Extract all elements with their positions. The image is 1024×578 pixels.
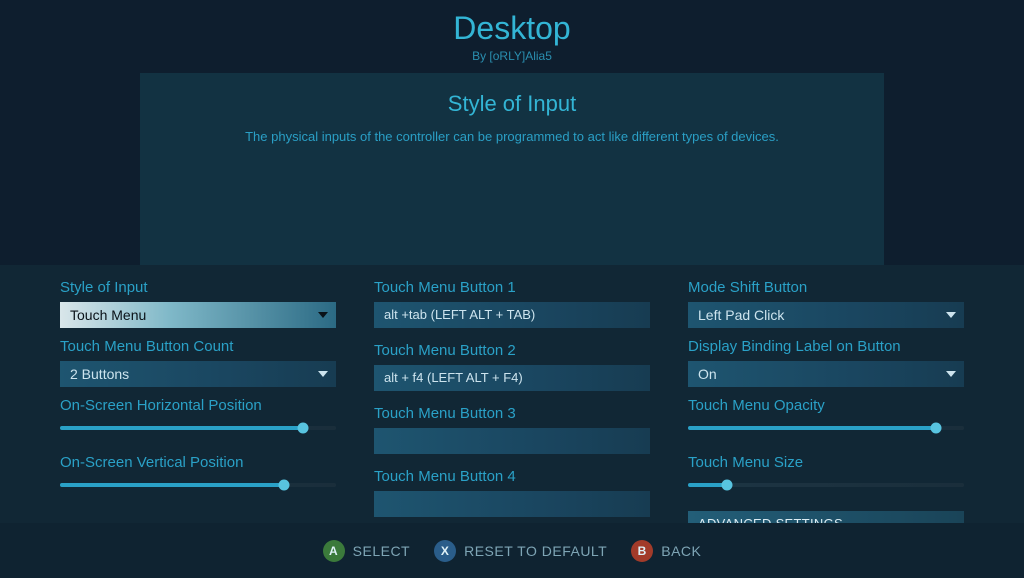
x-button-icon: X xyxy=(434,540,456,562)
slider-thumb[interactable] xyxy=(278,480,289,491)
chevron-down-icon xyxy=(946,371,956,377)
button-3-binding[interactable] xyxy=(374,428,650,454)
opacity-label: Touch Menu Opacity xyxy=(688,397,964,414)
button-1-binding[interactable]: alt +tab (LEFT ALT + TAB) xyxy=(374,302,650,328)
button-2-label: Touch Menu Button 2 xyxy=(374,342,650,359)
b-button-icon: B xyxy=(631,540,653,562)
button-2-binding[interactable]: alt + f4 (LEFT ALT + F4) xyxy=(374,365,650,391)
slider-fill xyxy=(60,483,284,487)
slider-thumb[interactable] xyxy=(721,480,732,491)
horizontal-position-slider[interactable] xyxy=(60,420,336,436)
style-of-input-label: Style of Input xyxy=(60,279,336,296)
column-middle: Touch Menu Button 1 alt +tab (LEFT ALT +… xyxy=(374,279,650,523)
mode-shift-value: Left Pad Click xyxy=(698,307,784,323)
info-panel: Style of Input The physical inputs of th… xyxy=(140,73,884,273)
page-subtitle: By [oRLY]Alia5 xyxy=(0,49,1024,63)
footer-reset[interactable]: X RESET TO DEFAULT xyxy=(434,540,607,562)
button-1-label: Touch Menu Button 1 xyxy=(374,279,650,296)
size-label: Touch Menu Size xyxy=(688,454,964,471)
slider-fill xyxy=(688,426,936,430)
display-binding-value: On xyxy=(698,366,717,382)
mode-shift-dropdown[interactable]: Left Pad Click xyxy=(688,302,964,328)
button-3-label: Touch Menu Button 3 xyxy=(374,405,650,422)
slider-thumb[interactable] xyxy=(297,423,308,434)
footer-select[interactable]: A SELECT xyxy=(323,540,410,562)
column-right: Mode Shift Button Left Pad Click Display… xyxy=(688,279,964,523)
footer-back-label: BACK xyxy=(661,543,701,559)
mode-shift-label: Mode Shift Button xyxy=(688,279,964,296)
footer-reset-label: RESET TO DEFAULT xyxy=(464,543,607,559)
chevron-down-icon xyxy=(318,371,328,377)
column-left: Style of Input Touch Menu Touch Menu But… xyxy=(60,279,336,523)
config-area: Style of Input Touch Menu Touch Menu But… xyxy=(0,265,1024,523)
vertical-position-slider[interactable] xyxy=(60,477,336,493)
opacity-slider[interactable] xyxy=(688,420,964,436)
display-binding-label: Display Binding Label on Button xyxy=(688,338,964,355)
size-slider[interactable] xyxy=(688,477,964,493)
header: Desktop By [oRLY]Alia5 xyxy=(0,0,1024,63)
vertical-position-label: On-Screen Vertical Position xyxy=(60,454,336,471)
info-title: Style of Input xyxy=(160,91,864,117)
button-4-label: Touch Menu Button 4 xyxy=(374,468,650,485)
button-count-label: Touch Menu Button Count xyxy=(60,338,336,355)
style-of-input-dropdown[interactable]: Touch Menu xyxy=(60,302,336,328)
button-count-dropdown[interactable]: 2 Buttons xyxy=(60,361,336,387)
display-binding-dropdown[interactable]: On xyxy=(688,361,964,387)
chevron-down-icon xyxy=(318,312,328,318)
chevron-down-icon xyxy=(946,312,956,318)
button-4-binding[interactable] xyxy=(374,491,650,517)
a-button-icon: A xyxy=(323,540,345,562)
info-description: The physical inputs of the controller ca… xyxy=(160,129,864,144)
footer-back[interactable]: B BACK xyxy=(631,540,701,562)
button-count-value: 2 Buttons xyxy=(70,366,129,382)
slider-fill xyxy=(60,426,303,430)
footer-select-label: SELECT xyxy=(353,543,410,559)
footer: A SELECT X RESET TO DEFAULT B BACK xyxy=(0,523,1024,578)
slider-thumb[interactable] xyxy=(931,423,942,434)
style-of-input-value: Touch Menu xyxy=(70,307,146,323)
page-title: Desktop xyxy=(0,10,1024,47)
horizontal-position-label: On-Screen Horizontal Position xyxy=(60,397,336,414)
